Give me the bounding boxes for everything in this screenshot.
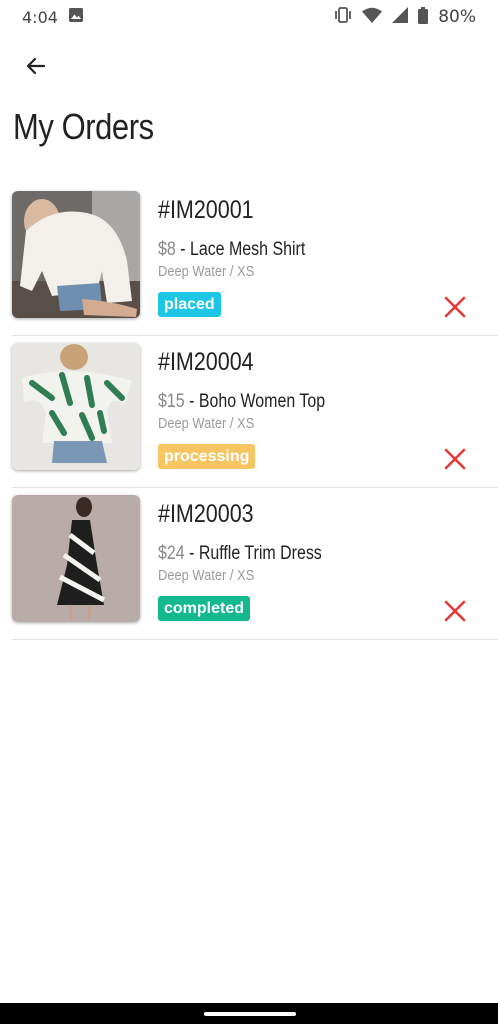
order-price: $8 bbox=[158, 239, 176, 260]
arrow-left-icon bbox=[26, 57, 46, 75]
image-icon bbox=[68, 7, 84, 27]
orders-list: #IM20001 $8 - Lace Mesh Shirt Deep Water… bbox=[0, 184, 498, 640]
order-id: #IM20001 bbox=[158, 196, 254, 224]
order-separator: - bbox=[184, 391, 199, 412]
order-product-line: $24 - Ruffle Trim Dress bbox=[158, 543, 322, 565]
order-separator: - bbox=[175, 239, 190, 260]
cancel-order-button[interactable] bbox=[440, 292, 470, 322]
status-right: 80% bbox=[334, 6, 476, 28]
order-price: $15 bbox=[158, 391, 185, 412]
product-image[interactable] bbox=[12, 191, 140, 318]
cancel-order-button[interactable] bbox=[440, 444, 470, 474]
product-image[interactable] bbox=[12, 495, 140, 622]
order-id: #IM20003 bbox=[158, 500, 254, 528]
page-title: My Orders bbox=[13, 106, 154, 147]
order-row[interactable]: #IM20001 $8 - Lace Mesh Shirt Deep Water… bbox=[12, 184, 498, 336]
status-badge: processing bbox=[158, 444, 256, 469]
order-separator: - bbox=[184, 543, 199, 564]
order-variant: Deep Water / XS bbox=[158, 567, 255, 584]
order-variant: Deep Water / XS bbox=[158, 263, 255, 280]
status-badge: placed bbox=[158, 292, 221, 317]
order-variant: Deep Water / XS bbox=[158, 415, 255, 432]
battery-percent: 80% bbox=[438, 7, 476, 27]
signal-icon bbox=[392, 7, 409, 27]
status-badge: completed bbox=[158, 596, 251, 621]
order-product-name: Ruffle Trim Dress bbox=[198, 543, 322, 564]
wifi-icon bbox=[362, 7, 383, 27]
close-icon bbox=[444, 448, 466, 470]
home-gesture-handle[interactable] bbox=[204, 1012, 296, 1016]
battery-icon bbox=[418, 6, 429, 28]
order-product-name: Lace Mesh Shirt bbox=[189, 239, 306, 260]
status-time: 4:04 bbox=[22, 7, 58, 27]
order-id: #IM20004 bbox=[158, 348, 254, 376]
status-bar: 4:04 80% bbox=[0, 0, 498, 34]
status-left: 4:04 bbox=[22, 7, 84, 27]
back-button[interactable] bbox=[16, 48, 56, 84]
system-nav-bar bbox=[0, 1003, 498, 1024]
order-price: $24 bbox=[158, 543, 185, 564]
vibrate-icon bbox=[334, 7, 352, 27]
close-icon bbox=[444, 600, 466, 622]
order-product-line: $15 - Boho Women Top bbox=[158, 391, 325, 413]
product-image[interactable] bbox=[12, 343, 140, 470]
order-product-line: $8 - Lace Mesh Shirt bbox=[158, 239, 305, 261]
close-icon bbox=[444, 296, 466, 318]
order-product-name: Boho Women Top bbox=[198, 391, 326, 412]
order-row[interactable]: #IM20004 $15 - Boho Women Top Deep Water… bbox=[12, 336, 498, 488]
order-row[interactable]: #IM20003 $24 - Ruffle Trim Dress Deep Wa… bbox=[12, 488, 498, 640]
cancel-order-button[interactable] bbox=[440, 596, 470, 626]
